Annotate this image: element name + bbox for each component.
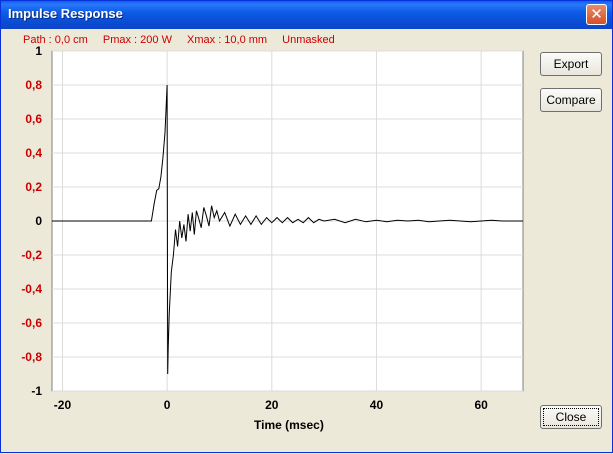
impulse-chart: -20 0 20 40 60 1 0,8 0,6 0,4 0,2 0 -0,2 -0,4 -0,6 -0,8…	[21, 44, 524, 412]
export-button[interactable]: Export	[540, 52, 602, 76]
x-axis-title: Time (msec)	[254, 418, 324, 432]
y-tick-label: 0,4	[25, 146, 42, 160]
y-tick-label: 1	[35, 44, 42, 58]
y-tick-label: -0,6	[21, 316, 42, 330]
close-window-icon[interactable]: ✕	[586, 4, 607, 25]
plot-area	[51, 50, 524, 392]
y-tick-label: -0,4	[21, 282, 42, 296]
y-tick-label: -0,8	[21, 350, 42, 364]
y-tick-label: 0	[35, 214, 42, 228]
status-mask: Unmasked	[282, 34, 335, 46]
impulse-trace	[52, 84, 523, 375]
status-pmax: Pmax : 200 W	[102, 34, 172, 46]
status-line: Path : 0,0 cm Pmax : 200 W Xmax : 10,0 m…	[23, 34, 347, 46]
y-tick-label: 0,8	[25, 78, 42, 92]
grid	[52, 50, 523, 392]
impulse-response-window: Impulse Response ✕ Path : 0,0 cm Pmax : …	[0, 0, 613, 453]
y-tick-label: -0,2	[21, 248, 42, 262]
x-tick-label: 60	[474, 398, 488, 412]
x-tick-label: -20	[54, 398, 72, 412]
y-tick-label: -1	[31, 384, 42, 398]
window-title: Impulse Response	[8, 6, 123, 21]
compare-button[interactable]: Compare	[540, 88, 602, 112]
y-tick-label: 0,6	[25, 112, 42, 126]
y-tick-label: 0,2	[25, 180, 42, 194]
x-tick-label: 0	[164, 398, 171, 412]
status-path: Path : 0,0 cm	[23, 34, 88, 46]
close-button[interactable]: Close	[540, 405, 602, 429]
status-xmax: Xmax : 10,0 mm	[187, 34, 268, 46]
x-tick-label: 40	[370, 398, 384, 412]
title-bar[interactable]: Impulse Response ✕	[1, 1, 612, 29]
tick-labels: -20 0 20 40 60 1 0,8 0,6 0,4 0,2 0 -0,2 -0,4 -0,6 -0,8…	[21, 44, 488, 412]
x-tick-label: 20	[265, 398, 279, 412]
